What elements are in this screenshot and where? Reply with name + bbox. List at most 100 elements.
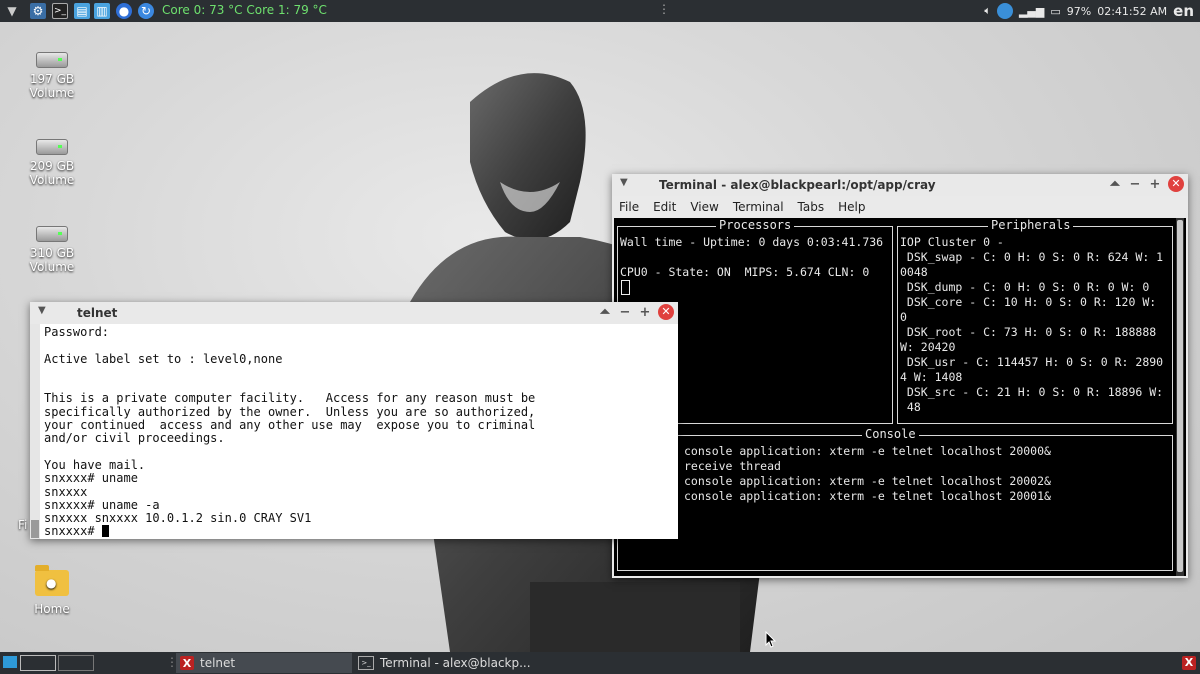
output-line: snxxxx# uname -a	[44, 497, 160, 512]
output-line: Password:	[44, 325, 110, 339]
telnet-window[interactable]: ▼ telnet ⏶ − + ✕ Password:​Active label …	[30, 302, 678, 539]
window-menu-icon[interactable]: ▼	[620, 177, 628, 188]
terminal-icon[interactable]: >_	[52, 3, 68, 19]
x11-icon: X	[180, 656, 194, 670]
drive-icon	[36, 139, 68, 155]
drive-icon	[36, 52, 68, 68]
terminal-window[interactable]: ▼ Terminal - alex@blackpearl:/opt/app/cr…	[612, 174, 1188, 578]
peripherals-text: IOP Cluster 0 - DSK_swap - C: 0 H: 0 S: …	[900, 235, 1164, 414]
processors-label: Processors	[716, 218, 795, 233]
keyboard-layout[interactable]: en	[1173, 2, 1194, 20]
tray-x11-icon[interactable]: X	[1182, 655, 1196, 670]
terminal-titlebar[interactable]: ▼ Terminal - alex@blackpearl:/opt/app/cr…	[612, 174, 1188, 196]
workspace-2[interactable]	[58, 655, 94, 671]
terminal-cursor	[101, 525, 109, 538]
desktop-icon-label: Volume	[29, 173, 75, 187]
output-line: snxxxx	[44, 484, 88, 499]
battery-icon[interactable]: ▭	[1050, 5, 1060, 18]
drive-icon	[36, 226, 68, 242]
cpu-temperature-readout: Core 0: 73 °C Core 1: 79 °C	[162, 3, 327, 17]
shell-prompt: snxxxx#	[44, 524, 102, 539]
scrollbar-thumb[interactable]	[31, 520, 39, 538]
file-manager-icon[interactable]: ▥	[94, 3, 110, 19]
desktop-icon-label: 209 GB	[29, 159, 75, 173]
desktop-icon-label: Volume	[29, 86, 75, 100]
processors-text: Wall time - Uptime: 0 days 0:03:41.736 C…	[620, 235, 884, 279]
folder-icon: ●	[35, 565, 69, 596]
maximize-button[interactable]: +	[1148, 177, 1162, 192]
battery-percent: 97%	[1066, 4, 1092, 18]
volume-197gb-icon[interactable]: 197 GB Volume	[12, 52, 92, 100]
prompt-line[interactable]: snxxxx#	[44, 525, 535, 538]
refresh-icon[interactable]: ↻	[138, 3, 154, 19]
telnet-content[interactable]: Password:​Active label set to : level0,n…	[30, 324, 678, 539]
output-line: snxxxx# uname	[44, 471, 138, 486]
menu-edit[interactable]: Edit	[653, 200, 676, 214]
minimize-button[interactable]: −	[1128, 177, 1142, 192]
window-title: telnet	[77, 306, 118, 320]
volume-209gb-icon[interactable]: 209 GB Volume	[12, 139, 92, 187]
editor-icon[interactable]: ▤	[74, 3, 90, 19]
taskbar: ⋮ X telnet >_ Terminal - alex@blackp... …	[0, 652, 1200, 674]
output-line: You have mail.	[44, 457, 146, 472]
terminal-cursor	[621, 280, 630, 296]
settings-icon[interactable]: ⚙	[30, 3, 46, 19]
telnet-output: Password:​Active label set to : level0,n…	[44, 325, 536, 539]
network-manager-icon[interactable]	[996, 3, 1013, 19]
menu-view[interactable]: View	[690, 200, 718, 214]
peripherals-panel: Peripherals IOP Cluster 0 - DSK_swap - C…	[897, 218, 1173, 424]
output-line: ​	[44, 446, 535, 459]
top-panel: ▼ ⚙ >_ ▤ ▥ ● ↻ Core 0: 73 °C Core 1: 79 …	[0, 0, 1200, 22]
panel-handle-icon[interactable]: ⋮	[658, 2, 670, 16]
desktop-icon-label: 310 GB	[29, 246, 75, 260]
output-line: your continued access and any other use …	[44, 418, 536, 433]
task-terminal[interactable]: >_ Terminal - alex@blackp...	[354, 653, 538, 673]
terminal-content[interactable]: Processors Wall time - Uptime: 0 days 0:…	[614, 218, 1186, 576]
menu-help[interactable]: Help	[838, 200, 865, 214]
clock[interactable]: 02:41:52 AM	[1097, 5, 1167, 18]
menu-terminal[interactable]: Terminal	[733, 200, 784, 214]
window-menu-icon[interactable]: ▼	[38, 305, 46, 316]
browser-icon[interactable]: ●	[116, 3, 132, 19]
start-menu-icon[interactable]: ▼	[4, 3, 20, 19]
telnet-scrollbar[interactable]	[30, 324, 40, 539]
shade-button[interactable]: ⏶	[1108, 177, 1122, 192]
minimize-button[interactable]: −	[618, 305, 632, 320]
signal-icon[interactable]: ▂▄▆	[1019, 5, 1044, 18]
desktop-icon-label: Home	[34, 602, 70, 616]
console-panel: Console console application: xterm -e te…	[617, 427, 1173, 571]
desktop-icon-label: 197 GB	[29, 72, 75, 86]
output-line: This is a private computer facility. Acc…	[44, 391, 536, 406]
output-line: ​	[44, 366, 535, 379]
maximize-button[interactable]: +	[638, 305, 652, 320]
scrollbar-thumb[interactable]	[1177, 220, 1183, 572]
task-label: telnet	[200, 656, 236, 670]
output-line: snxxxx snxxxx 10.0.1.2 sin.0 CRAY SV1	[44, 511, 312, 526]
show-desktop-icon[interactable]	[3, 656, 17, 668]
desktop-icon-label: Volume	[29, 260, 75, 274]
close-button[interactable]: ✕	[658, 304, 674, 320]
volume-icon[interactable]: 🔈︎	[984, 4, 991, 18]
terminal-scrollbar[interactable]	[1176, 218, 1184, 576]
volume-310gb-icon[interactable]: 310 GB Volume	[12, 226, 92, 274]
output-line: specifically authorized by the owner. Un…	[44, 404, 536, 419]
workspace-1[interactable]	[20, 655, 56, 671]
task-label: Terminal - alex@blackp...	[380, 656, 531, 670]
shade-button[interactable]: ⏶	[598, 305, 612, 320]
close-button[interactable]: ✕	[1168, 176, 1184, 192]
terminal-menubar: File Edit View Terminal Tabs Help	[612, 196, 1195, 218]
menu-tabs[interactable]: Tabs	[798, 200, 825, 214]
peripherals-label: Peripherals	[988, 218, 1074, 233]
terminal-icon: >_	[358, 656, 374, 670]
menu-file[interactable]: File	[619, 200, 639, 214]
window-title: Terminal - alex@blackpearl:/opt/app/cray	[659, 178, 936, 192]
output-line: ​	[44, 379, 535, 392]
task-telnet[interactable]: X telnet	[176, 653, 352, 673]
mouse-pointer-icon	[765, 631, 777, 648]
console-text: console application: xterm -e telnet loc…	[684, 444, 1051, 503]
output-line: and/or civil proceedings.	[44, 431, 225, 446]
telnet-titlebar[interactable]: ▼ telnet ⏶ − + ✕	[30, 302, 678, 324]
home-folder-icon[interactable]: ● Home	[12, 565, 92, 616]
system-tray: 🔈︎ ▂▄▆ ▭ 97% 02:41:52 AM en	[984, 0, 1200, 22]
output-line: Active label set to : level0,none	[44, 351, 283, 366]
